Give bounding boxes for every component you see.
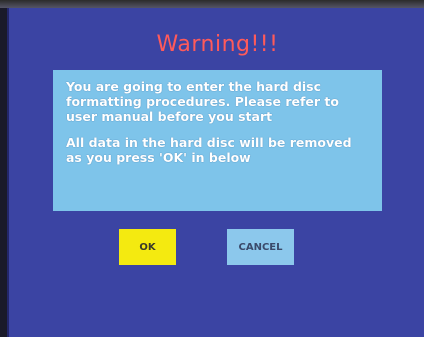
message-line-2: formatting procedures. Please refer to — [66, 94, 339, 109]
message-line-1: You are going to enter the hard disc — [66, 79, 322, 94]
cancel-button[interactable]: CANCEL — [227, 229, 294, 265]
message-line-5: as you press 'OK' in below — [66, 150, 251, 165]
ok-button[interactable]: OK — [119, 229, 176, 265]
message-paragraph-2: All data in the hard disc will be remove… — [66, 135, 370, 165]
message-line-4: All data in the hard disc will be remove… — [66, 135, 352, 150]
warning-title: Warning!!! — [156, 32, 279, 57]
message-line-3: user manual before you start — [66, 109, 273, 124]
message-paragraph-1: You are going to enter the hard disc for… — [66, 79, 370, 124]
top-edge-strip — [0, 0, 424, 8]
warning-message-box: You are going to enter the hard disc for… — [53, 70, 382, 211]
warning-screen: Warning!!! You are going to enter the ha… — [7, 8, 424, 337]
